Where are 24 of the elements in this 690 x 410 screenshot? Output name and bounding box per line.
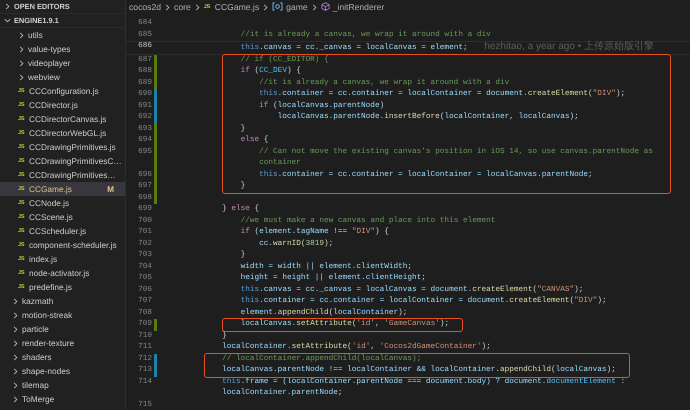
cube-icon [320, 2, 330, 12]
folder-item[interactable]: videoplayer [0, 56, 125, 70]
folder-item[interactable]: kazmath [0, 294, 125, 308]
folder-item[interactable]: shaders [0, 350, 125, 364]
folder-item[interactable]: shape-nodes [0, 364, 125, 378]
folder-item[interactable]: tilemap [0, 378, 125, 392]
blame-annotation: hezhitao, a year ago • 上传原始版引擎 [484, 41, 654, 52]
chevron-right-icon [164, 4, 172, 10]
modified-indicator: M [107, 182, 115, 196]
breadcrumb-item[interactable]: core [174, 0, 191, 14]
chevron-right-icon [262, 4, 270, 10]
folder-item[interactable]: particle [0, 322, 125, 336]
folder-item[interactable]: ToMerge [0, 392, 125, 406]
chevron-right-icon [310, 4, 318, 10]
folder-item[interactable]: value-types [0, 42, 125, 56]
folder-item[interactable]: motion-streak [0, 308, 125, 322]
breadcrumb-item[interactable]: cocos2d [129, 0, 162, 14]
breadcrumb-item[interactable]: game [272, 0, 308, 14]
breadcrumb-item[interactable]: _initRenderer [320, 0, 384, 14]
variable-icon [272, 2, 284, 12]
folder-item[interactable]: webview [0, 70, 125, 84]
folder-item[interactable]: render-texture [0, 336, 125, 350]
chevron-right-icon [194, 4, 201, 10]
folder-item[interactable]: utils [0, 28, 125, 42]
